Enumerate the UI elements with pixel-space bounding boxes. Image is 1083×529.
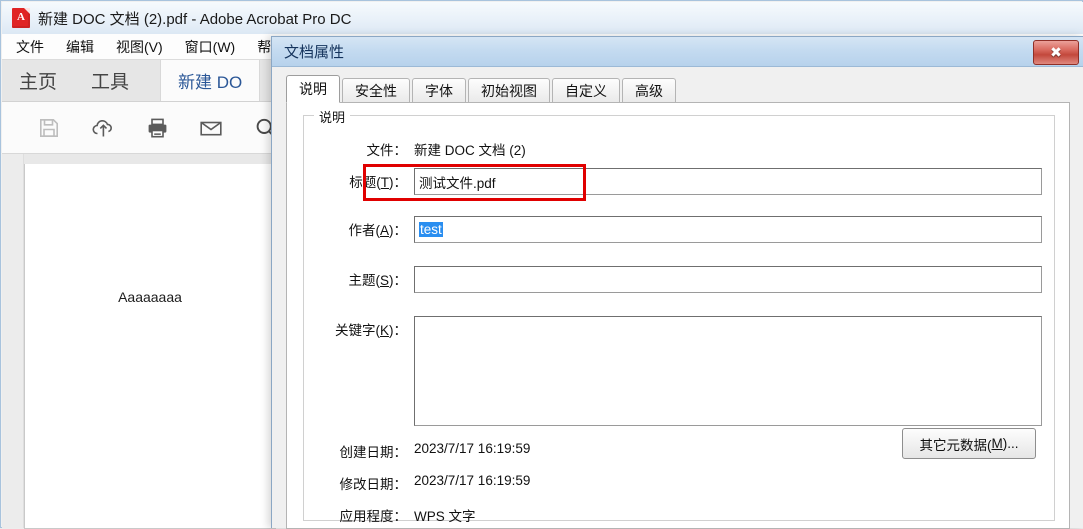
author-input[interactable]: test (414, 216, 1042, 243)
main-window-title: 新建 DOC 文档 (2).pdf - Adobe Acrobat Pro DC (38, 10, 352, 28)
tab-description[interactable]: 说明 (286, 75, 340, 103)
description-group-box: 说明 文件： 新建 DOC 文档 (2) 标题(T)： 测试文件.pdf 作者(… (303, 107, 1055, 524)
tab-custom[interactable]: 自定义 (552, 78, 620, 103)
print-icon[interactable] (130, 108, 184, 148)
keywords-row: 关键字(K)： (304, 316, 1042, 426)
title-row: 标题(T)： 测试文件.pdf (304, 168, 1042, 195)
dialog-tab-row: 说明 安全性 字体 初始视图 自定义 高级 (286, 75, 1070, 103)
application-value: WPS 文字 (414, 509, 476, 524)
created-value: 2023/7/17 16:19:59 (414, 441, 531, 456)
description-tab-panel: 说明 文件： 新建 DOC 文档 (2) 标题(T)： 测试文件.pdf 作者(… (286, 103, 1070, 529)
page-body-text: Aaaaaaaa (118, 289, 182, 305)
document-properties-dialog: 文档属性 ✖ 说明 安全性 字体 初始视图 自定义 高级 说明 文件： 新建 D… (271, 36, 1083, 529)
close-icon-glyph: ✖ (1050, 44, 1062, 60)
tab-tools[interactable]: 工具 (74, 60, 146, 101)
tab-initial-view[interactable]: 初始视图 (468, 78, 550, 103)
group-legend-label: 说明 (314, 107, 351, 126)
subject-input[interactable] (414, 266, 1042, 293)
navigation-rail[interactable] (2, 154, 24, 528)
tab-advanced[interactable]: 高级 (622, 78, 676, 103)
author-label: 作者(A)： (348, 223, 407, 238)
title-label: 标题(T)： (349, 175, 407, 190)
file-label: 文件： (366, 143, 408, 158)
created-label: 创建日期： (339, 445, 408, 460)
menu-item-file[interactable]: 文件 (16, 37, 44, 57)
tab-document[interactable]: 新建 DO (160, 60, 261, 101)
author-input-value: test (419, 222, 443, 237)
application-row: 应用程度： WPS 文字 (304, 502, 476, 525)
close-icon[interactable]: ✖ (1033, 40, 1079, 65)
tab-home[interactable]: 主页 (2, 60, 74, 101)
subject-row: 主题(S)： (304, 266, 1042, 293)
pdf-icon-letter: A (17, 11, 25, 23)
keywords-label: 关键字(K)： (334, 323, 407, 338)
keywords-textarea[interactable] (414, 316, 1042, 426)
cloud-upload-icon[interactable] (76, 108, 130, 148)
pdf-page-canvas: Aaaaaaaa (24, 164, 276, 529)
menu-item-window[interactable]: 窗口(W) (185, 37, 236, 57)
menu-item-help[interactable]: 帮 (257, 37, 271, 57)
save-icon[interactable] (22, 108, 76, 148)
modified-value: 2023/7/17 16:19:59 (414, 473, 531, 488)
modified-label: 修改日期： (339, 477, 408, 492)
additional-metadata-button[interactable]: 其它元数据(M)... (902, 428, 1036, 459)
title-input-value: 测试文件.pdf (419, 175, 496, 191)
email-icon[interactable] (184, 108, 238, 148)
tab-fonts[interactable]: 字体 (412, 78, 466, 103)
title-input[interactable]: 测试文件.pdf (414, 168, 1042, 195)
pdf-document-icon: A (12, 8, 30, 28)
dialog-title-bar: 文档属性 ✖ (272, 37, 1083, 67)
subject-label: 主题(S)： (348, 273, 407, 288)
menu-item-view[interactable]: 视图(V) (116, 37, 163, 57)
author-row: 作者(A)： test (304, 216, 1042, 243)
dialog-title: 文档属性 (284, 44, 345, 61)
file-value: 新建 DOC 文档 (2) (414, 143, 526, 158)
tab-security[interactable]: 安全性 (342, 78, 410, 103)
modified-row: 修改日期： 2023/7/17 16:19:59 (304, 470, 531, 493)
menu-item-edit[interactable]: 编辑 (66, 37, 94, 57)
main-title-bar: A 新建 DOC 文档 (2).pdf - Adobe Acrobat Pro … (2, 2, 1083, 34)
created-row: 创建日期： 2023/7/17 16:19:59 (304, 438, 531, 461)
file-row: 文件： 新建 DOC 文档 (2) (304, 136, 526, 159)
application-label: 应用程度： (339, 509, 408, 524)
